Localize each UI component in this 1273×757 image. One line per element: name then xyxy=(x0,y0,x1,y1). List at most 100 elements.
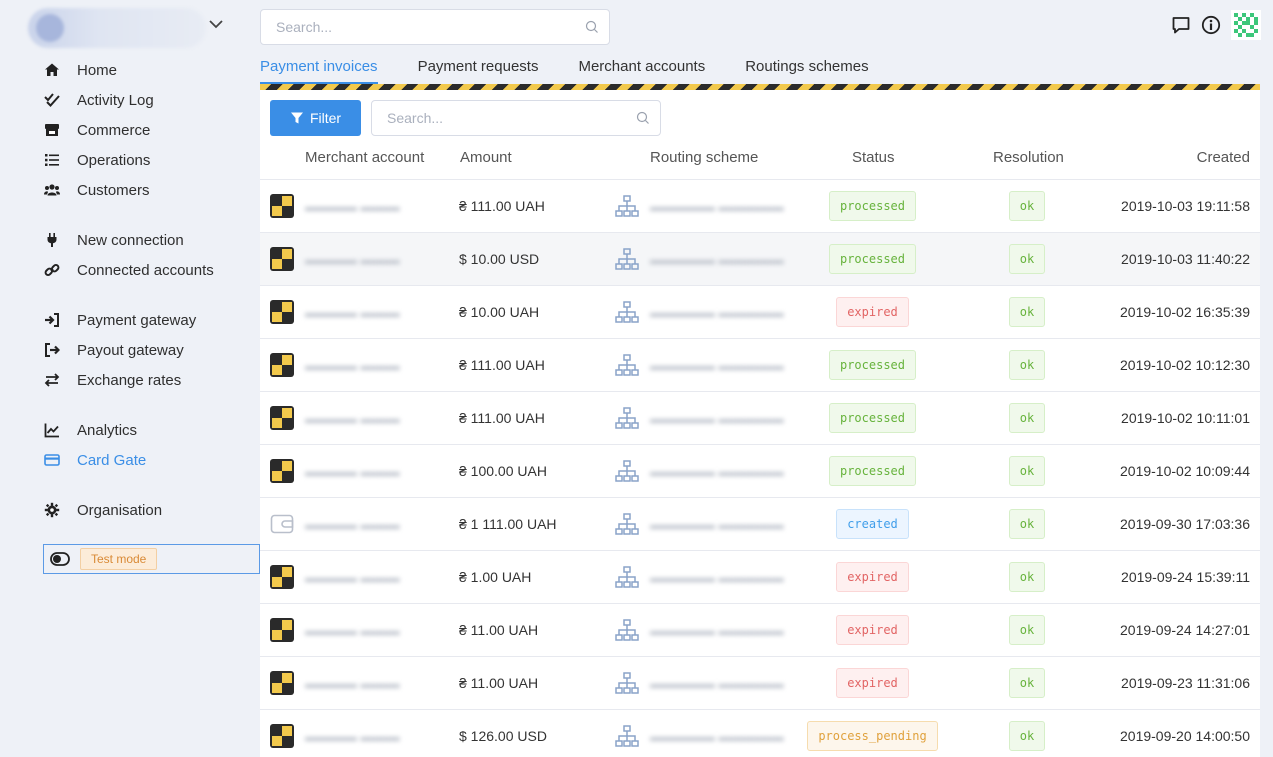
created-timestamp: 2019-09-23 11:31:06 xyxy=(1121,675,1250,691)
sidebar-item-payment-gateway[interactable]: Payment gateway xyxy=(44,309,244,331)
table-row[interactable]: ▬▬▬▬ ▬▬▬ $ 10.00 USD ▬▬▬▬▬ ▬▬▬▬▬ processed o… xyxy=(260,233,1260,286)
status-badge: processed xyxy=(828,403,917,433)
table-search[interactable] xyxy=(371,100,661,136)
cube-icon xyxy=(270,551,294,603)
cube-icon xyxy=(270,445,294,497)
status-cell: expired xyxy=(820,657,925,709)
sitemap-icon[interactable] xyxy=(615,604,639,656)
status-cell: expired xyxy=(820,551,925,603)
resolution-badge: ok xyxy=(1008,191,1046,221)
users-icon xyxy=(44,181,66,199)
organization-switcher[interactable] xyxy=(28,8,206,48)
user-avatar[interactable] xyxy=(1231,10,1261,40)
global-search[interactable] xyxy=(260,9,610,45)
table-row[interactable]: ▬▬▬▬ ▬▬▬ ₴ 100.00 UAH ▬▬▬▬▬ ▬▬▬▬▬ processed… xyxy=(260,445,1260,498)
sidebar-item-label: Operations xyxy=(77,151,151,169)
table-row[interactable]: ▬▬▬▬ ▬▬▬ ₴ 10.00 UAH ▬▬▬▬▬ ▬▬▬▬▬ expired ok 2… xyxy=(260,286,1260,339)
created-timestamp: 2019-09-24 15:39:11 xyxy=(1121,569,1250,585)
sidebar-item-commerce[interactable]: Commerce xyxy=(44,119,244,141)
column-header-status[interactable]: Status xyxy=(852,149,895,166)
merchant-account-redacted: ▬▬▬▬ ▬▬▬ xyxy=(305,569,400,585)
sitemap-icon[interactable] xyxy=(615,710,639,757)
resolution-cell: ok xyxy=(997,445,1057,497)
table-row[interactable]: ▬▬▬▬ ▬▬▬ ₴ 11.00 UAH ▬▬▬▬▬ ▬▬▬▬▬ expired ok 2… xyxy=(260,604,1260,657)
sitemap-icon[interactable] xyxy=(615,233,639,285)
sitemap-icon[interactable] xyxy=(615,445,639,497)
sitemap-icon[interactable] xyxy=(615,180,639,232)
table-row[interactable]: ▬▬▬▬ ▬▬▬ $ 126.00 USD ▬▬▬▬▬ ▬▬▬▬▬ process_p… xyxy=(260,710,1260,757)
table-row[interactable]: ▬▬▬▬ ▬▬▬ ₴ 1.00 UAH ▬▬▬▬▬ ▬▬▬▬▬ expired ok 20… xyxy=(260,551,1260,604)
sitemap-icon[interactable] xyxy=(615,339,639,391)
wallet-icon xyxy=(270,498,294,550)
created-timestamp: 2019-10-02 10:11:01 xyxy=(1121,410,1250,426)
cube-icon xyxy=(270,180,294,232)
sidebar-item-organisation[interactable]: Organisation xyxy=(44,499,244,521)
sidebar-item-home[interactable]: Home xyxy=(44,59,244,81)
tab-routings-schemes[interactable]: Routings schemes xyxy=(745,56,868,84)
test-mode-toggle[interactable]: Test mode xyxy=(43,544,260,574)
created-timestamp: 2019-10-02 10:12:30 xyxy=(1120,357,1250,373)
table-row[interactable]: ▬▬▬▬ ▬▬▬ ₴ 11.00 UAH ▬▬▬▬▬ ▬▬▬▬▬ expired ok 2… xyxy=(260,657,1260,710)
amount-value: ₴ 11.00 UAH xyxy=(459,675,539,691)
routing-scheme-redacted: ▬▬▬▬▬ ▬▬▬▬▬ xyxy=(650,304,784,320)
status-cell: processed xyxy=(820,445,925,497)
created-timestamp: 2019-10-03 19:11:58 xyxy=(1121,198,1250,214)
info-icon[interactable] xyxy=(1201,15,1221,35)
sitemap-icon[interactable] xyxy=(615,551,639,603)
filter-icon xyxy=(290,112,303,124)
test-mode-badge: Test mode xyxy=(80,548,158,570)
sidebar-item-connected-accounts[interactable]: Connected accounts xyxy=(44,259,244,281)
search-icon[interactable] xyxy=(636,111,650,125)
sidebar-item-operations[interactable]: Operations xyxy=(44,149,244,171)
table-row[interactable]: ▬▬▬▬ ▬▬▬ ₴ 111.00 UAH ▬▬▬▬▬ ▬▬▬▬▬ processed… xyxy=(260,339,1260,392)
column-header-routing-scheme[interactable]: Routing scheme xyxy=(650,149,758,166)
amount-value: ₴ 100.00 UAH xyxy=(459,463,547,479)
amount-value: ₴ 1 111.00 UAH xyxy=(459,516,557,532)
status-badge: processed xyxy=(828,191,917,221)
amount-value: ₴ 11.00 UAH xyxy=(459,622,539,638)
sidebar-item-card-gate[interactable]: Card Gate xyxy=(44,449,244,471)
sidebar-item-new-connection[interactable]: New connection xyxy=(44,229,244,251)
chevron-down-icon[interactable] xyxy=(208,18,224,30)
sidebar-item-label: Customers xyxy=(77,181,150,199)
tab-payment-requests[interactable]: Payment requests xyxy=(418,56,539,84)
table-row[interactable]: ▬▬▬▬ ▬▬▬ ₴ 111.00 UAH ▬▬▬▬▬ ▬▬▬▬▬ processed… xyxy=(260,392,1260,445)
table-row[interactable]: ▬▬▬▬ ▬▬▬ ₴ 111.00 UAH ▬▬▬▬▬ ▬▬▬▬▬ processed… xyxy=(260,180,1260,233)
sidebar-item-analytics[interactable]: Analytics xyxy=(44,419,244,441)
column-header-resolution[interactable]: Resolution xyxy=(993,149,1064,166)
column-header-merchant-account[interactable]: Merchant account xyxy=(305,149,424,166)
created-timestamp: 2019-09-24 14:27:01 xyxy=(1120,622,1250,638)
global-search-input[interactable] xyxy=(276,19,585,35)
created-timestamp: 2019-10-03 11:40:22 xyxy=(1121,251,1250,267)
merchant-account-redacted: ▬▬▬▬ ▬▬▬ xyxy=(305,304,400,320)
merchant-account-redacted: ▬▬▬▬ ▬▬▬ xyxy=(305,251,400,267)
column-header-amount[interactable]: Amount xyxy=(460,149,512,166)
search-icon[interactable] xyxy=(585,20,599,34)
sidebar-item-label: Home xyxy=(77,61,118,79)
merchant-account-redacted: ▬▬▬▬ ▬▬▬ xyxy=(305,675,400,691)
table-search-input[interactable] xyxy=(387,110,636,126)
chat-icon[interactable] xyxy=(1171,15,1191,35)
sitemap-icon[interactable] xyxy=(615,286,639,338)
resolution-badge: ok xyxy=(1008,297,1046,327)
sitemap-icon[interactable] xyxy=(615,498,639,550)
tab-payment-invoices[interactable]: Payment invoices xyxy=(260,56,378,84)
sidebar-item-payout-gateway[interactable]: Payout gateway xyxy=(44,339,244,361)
sidebar-item-exchange-rates[interactable]: Exchange rates xyxy=(44,369,244,391)
sidebar-item-customers[interactable]: Customers xyxy=(44,179,244,201)
table-row[interactable]: ▬▬▬▬ ▬▬▬ ₴ 1 111.00 UAH ▬▬▬▬▬ ▬▬▬▬▬ created… xyxy=(260,498,1260,551)
filter-button[interactable]: Filter xyxy=(270,100,361,136)
status-badge: expired xyxy=(836,562,909,592)
resolution-badge: ok xyxy=(1008,509,1046,539)
column-header-created[interactable]: Created xyxy=(1197,149,1250,166)
created-timestamp: 2019-09-30 17:03:36 xyxy=(1120,516,1250,532)
sidebar-item-activity-log[interactable]: Activity Log xyxy=(44,89,244,111)
toggle-icon[interactable] xyxy=(50,552,70,566)
sitemap-icon[interactable] xyxy=(615,657,639,709)
status-cell: processed xyxy=(820,233,925,285)
resolution-badge: ok xyxy=(1008,721,1046,751)
tab-merchant-accounts[interactable]: Merchant accounts xyxy=(578,56,705,84)
top-actions xyxy=(1171,10,1261,40)
sitemap-icon[interactable] xyxy=(615,392,639,444)
sidebar-item-label: New connection xyxy=(77,231,184,249)
